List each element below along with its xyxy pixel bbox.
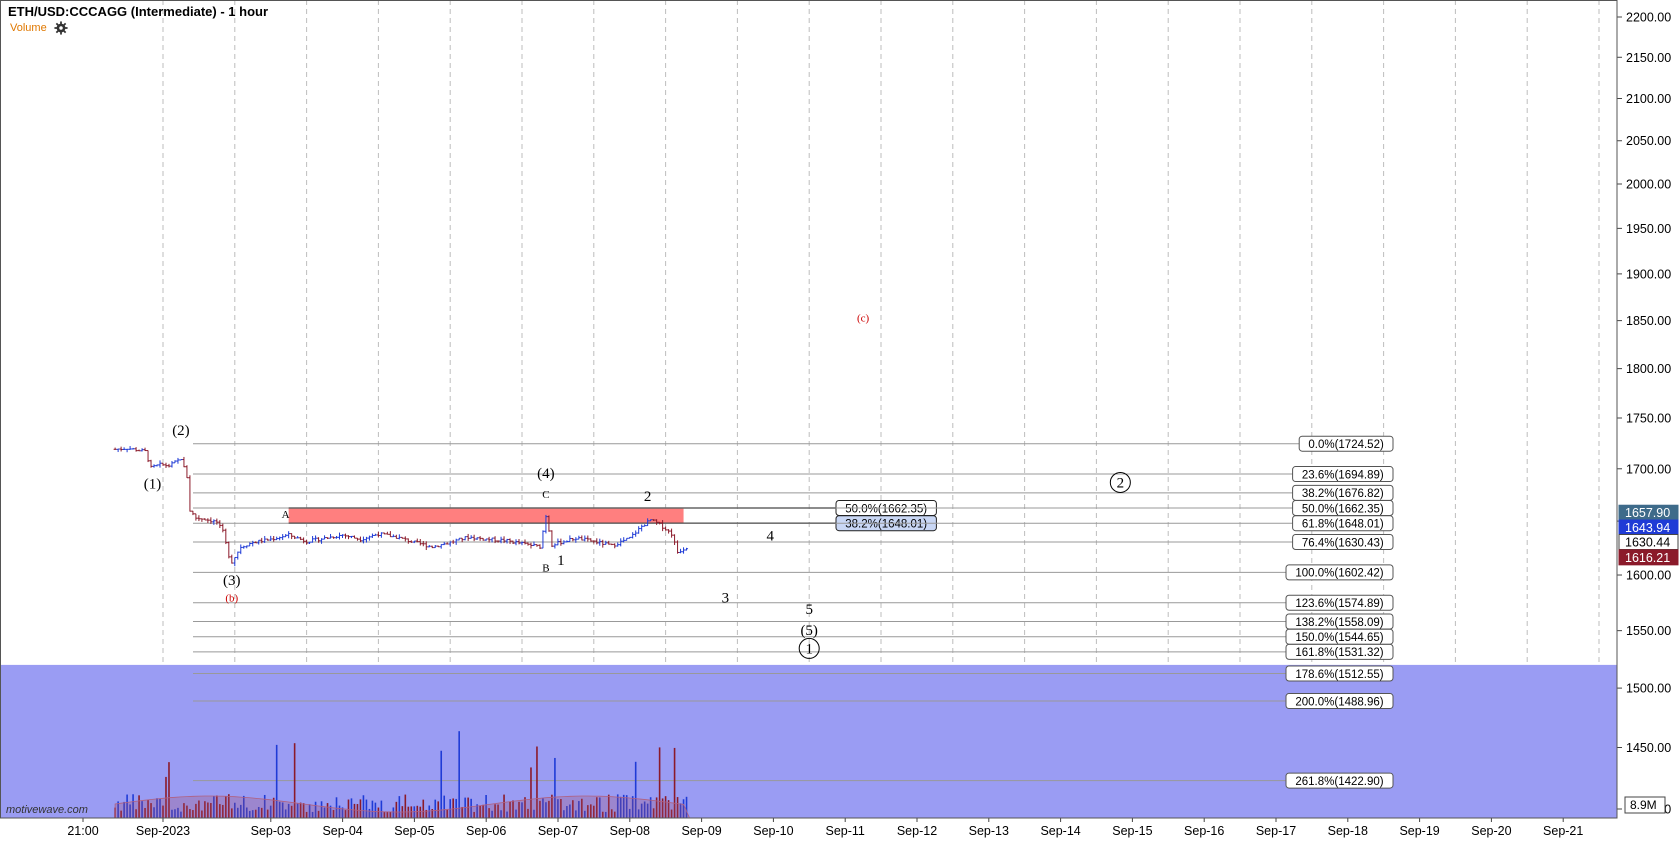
price-tick-label: 1800.00 bbox=[1626, 362, 1671, 376]
price-tick-label: 1550.00 bbox=[1626, 624, 1671, 638]
price-tick-label: 1500.00 bbox=[1626, 682, 1671, 696]
fib-level-label: 161.8%(1531.32) bbox=[1295, 647, 1383, 659]
wave-label: 3 bbox=[722, 591, 730, 607]
time-tick-label: Sep-17 bbox=[1256, 824, 1296, 838]
time-axis-background bbox=[0, 818, 1617, 841]
wave-label: (3) bbox=[223, 573, 241, 589]
time-tick-label: Sep-14 bbox=[1040, 824, 1080, 838]
price-tick-label: 2050.00 bbox=[1626, 134, 1671, 148]
time-tick-label: Sep-11 bbox=[826, 824, 865, 838]
fib-level-label: 100.0%(1602.42) bbox=[1295, 568, 1383, 580]
time-tick-label: Sep-19 bbox=[1399, 824, 1439, 838]
wave-label: 4 bbox=[767, 528, 775, 544]
wave-label: A bbox=[282, 509, 290, 521]
time-tick-label: Sep-04 bbox=[322, 824, 362, 838]
price-tick-label: 1900.00 bbox=[1626, 267, 1671, 281]
volume-axis-label: 8.9M bbox=[1630, 798, 1657, 812]
wave-label: B bbox=[542, 563, 549, 575]
volume-indicator-label[interactable]: Volume bbox=[10, 22, 47, 34]
price-tick-label: 2150.00 bbox=[1626, 51, 1671, 65]
price-tick-label: 1700.00 bbox=[1626, 462, 1671, 476]
time-tick-label: Sep-2023 bbox=[136, 824, 190, 838]
resistance-zone bbox=[288, 508, 684, 524]
wave-label: 1 bbox=[557, 553, 565, 569]
fib-level-label: 200.0%(1488.96) bbox=[1295, 696, 1383, 708]
wave-label: 2 bbox=[644, 489, 652, 505]
wave-label: 2 bbox=[1117, 475, 1125, 491]
price-tick-label: 1600.00 bbox=[1626, 569, 1671, 583]
fib-level-label: 38.2%(1676.82) bbox=[1302, 488, 1384, 500]
wave-label: (c) bbox=[857, 313, 870, 325]
wave-label: (b) bbox=[225, 593, 238, 605]
wave-labels: (1)(2)(3)(b)A(4)CB 12345(5)12(c) bbox=[144, 313, 1131, 659]
wave-label: (1) bbox=[144, 476, 162, 492]
time-tick-label: Sep-13 bbox=[969, 824, 1009, 838]
fib-level-label: 123.6%(1574.89) bbox=[1295, 598, 1383, 610]
fib-level-label: 76.4%(1630.43) bbox=[1302, 537, 1384, 549]
price-tick-label: 1750.00 bbox=[1626, 411, 1671, 425]
price-badge-label: 1630.44 bbox=[1625, 535, 1670, 549]
price-bars bbox=[113, 446, 689, 567]
fib-level-label: 261.8%(1422.90) bbox=[1295, 776, 1383, 788]
time-tick-label: Sep-21 bbox=[1543, 824, 1583, 838]
time-tick-label: Sep-18 bbox=[1328, 824, 1368, 838]
support-zone bbox=[0, 664, 1617, 818]
time-tick-label: Sep-16 bbox=[1184, 824, 1224, 838]
fib-level-label: 23.6%(1694.89) bbox=[1302, 469, 1384, 481]
price-badge-label: 1616.21 bbox=[1625, 551, 1670, 565]
gear-icon[interactable] bbox=[54, 21, 68, 35]
fib-level-label: 0.0%(1724.52) bbox=[1308, 439, 1384, 451]
price-tick-label: 1950.00 bbox=[1626, 222, 1671, 236]
time-tick-label: Sep-03 bbox=[251, 824, 291, 838]
price-tick-label: 2200.00 bbox=[1626, 11, 1671, 25]
time-tick-label: Sep-05 bbox=[394, 824, 434, 838]
price-chart: 50.0%(1662.35) 38.2%(1648.01) 0.0%(1724.5… bbox=[0, 0, 1680, 841]
time-tick-label: Sep-08 bbox=[610, 824, 650, 838]
box-level-label: 38.2%(1648.01) bbox=[845, 519, 927, 531]
wave-label: (5) bbox=[800, 623, 818, 639]
time-tick-label: Sep-10 bbox=[753, 824, 793, 838]
time-tick-label: Sep-07 bbox=[538, 824, 578, 838]
price-tick-label: 2100.00 bbox=[1626, 92, 1671, 106]
fib-level-label: 178.6%(1512.55) bbox=[1295, 669, 1383, 681]
price-tick-label: 1450.00 bbox=[1626, 741, 1671, 755]
time-tick-label: Sep-20 bbox=[1471, 824, 1511, 838]
box-level-label: 50.0%(1662.35) bbox=[845, 503, 927, 515]
wave-label: C bbox=[542, 489, 549, 501]
price-tick-label: 1850.00 bbox=[1626, 314, 1671, 328]
fib-level-label: 50.0%(1662.35) bbox=[1302, 503, 1384, 515]
fib-level-label: 61.8%(1648.01) bbox=[1302, 519, 1384, 531]
price-badge-label: 1643.94 bbox=[1625, 521, 1670, 535]
chart-title: ETH/USD:CCCAGG (Intermediate) - 1 hour bbox=[8, 4, 269, 19]
watermark: motivewave.com bbox=[6, 804, 88, 816]
wave-label: (2) bbox=[172, 423, 190, 439]
time-tick-label: 21:00 bbox=[67, 824, 98, 838]
wave-label: (4) bbox=[537, 466, 555, 482]
fib-level-label: 150.0%(1544.65) bbox=[1295, 632, 1383, 644]
fib-level-label: 138.2%(1558.09) bbox=[1295, 617, 1383, 629]
price-tick-label: 2000.00 bbox=[1626, 178, 1671, 192]
time-tick-label: Sep-09 bbox=[681, 824, 721, 838]
wave-label: 1 bbox=[805, 641, 813, 657]
time-tick-label: Sep-12 bbox=[897, 824, 937, 838]
wave-label: 5 bbox=[805, 602, 813, 618]
time-tick-label: Sep-15 bbox=[1112, 824, 1152, 838]
time-tick-label: Sep-06 bbox=[466, 824, 506, 838]
price-badge-label: 1657.90 bbox=[1625, 506, 1670, 520]
